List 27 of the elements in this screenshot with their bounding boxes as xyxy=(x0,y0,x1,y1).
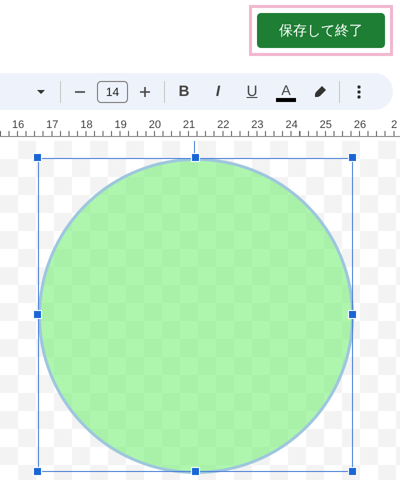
ruler-number: 20 xyxy=(148,118,162,133)
resize-handle[interactable] xyxy=(190,467,200,476)
resize-handle[interactable] xyxy=(33,153,42,162)
text-color-button[interactable]: A xyxy=(273,78,299,104)
ruler-number: 26 xyxy=(352,118,368,133)
ruler-number: 24 xyxy=(284,118,299,133)
resize-handle[interactable] xyxy=(348,153,357,162)
ruler-number: 18 xyxy=(79,118,94,133)
plus-icon xyxy=(139,86,151,98)
ruler-number: 25 xyxy=(318,118,333,133)
font-size-field[interactable]: 14 xyxy=(97,80,128,102)
ruler-number: 16 xyxy=(10,118,26,133)
ruler-number: 21 xyxy=(182,118,196,133)
resize-handle[interactable] xyxy=(33,467,42,476)
save-and-exit-button[interactable]: 保存して終了 xyxy=(257,13,385,48)
italic-button[interactable]: I xyxy=(205,78,231,104)
resize-handle[interactable] xyxy=(348,310,357,319)
resize-handle[interactable] xyxy=(33,310,42,319)
resize-handle[interactable] xyxy=(190,153,200,162)
underline-button[interactable]: U xyxy=(239,78,265,104)
ruler-number: 17 xyxy=(45,118,60,133)
ruler-number: 22 xyxy=(216,118,230,133)
bold-button[interactable]: B xyxy=(171,78,197,104)
ruler-number: 2 xyxy=(390,118,398,133)
ruler-number: 23 xyxy=(250,118,265,133)
ruler-number: 19 xyxy=(114,118,128,133)
resize-handle[interactable] xyxy=(348,467,357,476)
